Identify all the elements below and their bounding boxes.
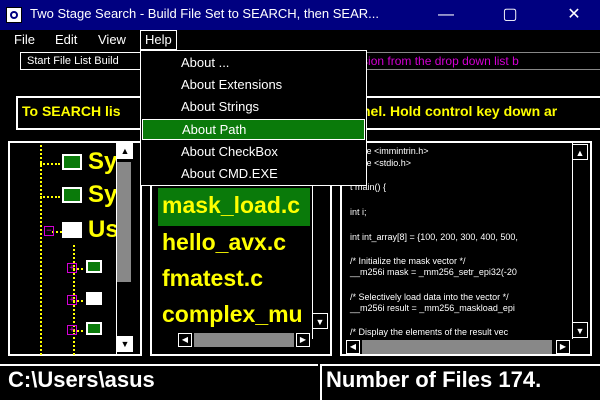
scrollbar-thumb[interactable] (117, 162, 131, 282)
menu-item-about-path[interactable]: About Path (142, 119, 365, 140)
maximize-button[interactable]: ▢ (488, 0, 532, 30)
tree-line (40, 196, 60, 198)
code-line: __m256i result = _mm256_maskload_epi (350, 303, 515, 313)
expand-toggle-icon[interactable]: + (67, 325, 77, 335)
code-line: /* Initialize the mask vector */ (350, 256, 466, 266)
code-scrollbar[interactable] (572, 143, 588, 339)
scroll-left-icon[interactable]: ◀ (346, 340, 360, 354)
scroll-left-icon[interactable]: ◀ (178, 333, 192, 347)
file-list-item[interactable]: hello_avx.c (162, 229, 286, 256)
expand-toggle-icon[interactable]: + (67, 263, 77, 273)
tree-item-label[interactable]: Us (88, 216, 119, 244)
file-list-item[interactable]: mask_load.c (162, 192, 300, 219)
menu-bar (0, 30, 600, 50)
file-list-item[interactable]: fmatest.c (162, 265, 263, 292)
scroll-up-icon[interactable]: ▲ (117, 143, 133, 159)
close-button[interactable]: ✕ (552, 0, 596, 30)
file-count: Number of Files 174. (326, 367, 542, 392)
tree-item-label[interactable]: Sy (88, 148, 117, 176)
folder-icon[interactable] (86, 260, 102, 273)
start-file-list-build-button[interactable]: Start File List Build (20, 52, 158, 70)
instruction-text-right: nel. Hold control key down ar (362, 103, 558, 119)
horizontal-scrollbar-thumb[interactable] (362, 340, 552, 354)
menu-item-about-cmd-exe[interactable]: About CMD.EXE (142, 163, 365, 184)
app-icon[interactable] (6, 7, 22, 23)
collapse-toggle-icon[interactable]: − (44, 226, 54, 236)
code-line: __m256i mask = _mm256_setr_epi32(-20 (350, 267, 517, 277)
tree-line (40, 145, 42, 355)
expand-toggle-icon[interactable]: + (67, 295, 77, 305)
tree-item-label[interactable]: Sy (88, 181, 117, 209)
horizontal-scrollbar-thumb[interactable] (194, 333, 294, 347)
menu-view[interactable]: View (94, 30, 130, 50)
window-title: Two Stage Search - Build File Set to SEA… (30, 6, 379, 21)
scroll-down-icon[interactable]: ▼ (572, 322, 588, 338)
scroll-right-icon[interactable]: ▶ (296, 333, 310, 347)
current-path: C:\Users\asus (8, 367, 155, 392)
menu-file[interactable]: File (10, 30, 39, 50)
menu-item-about-extensions[interactable]: About Extensions (142, 74, 365, 95)
instruction-text-left: To SEARCH lis (22, 103, 121, 119)
code-preview-panel[interactable] (340, 141, 592, 356)
code-line: /* Display the elements of the result ve… (350, 327, 509, 337)
scroll-up-icon[interactable]: ▲ (572, 144, 588, 160)
folder-icon[interactable] (86, 322, 102, 335)
menu-edit[interactable]: Edit (51, 30, 81, 50)
open-folder-icon[interactable] (62, 222, 82, 238)
tree-line (40, 163, 60, 165)
file-list-item[interactable]: complex_mu (162, 301, 303, 328)
menu-item-about[interactable]: About ... (142, 52, 365, 73)
minimize-button[interactable]: — (424, 0, 468, 30)
code-line: int i; (350, 207, 367, 217)
folder-icon[interactable] (62, 154, 82, 170)
code-line: /* Selectively load data into the vector… (350, 292, 509, 302)
scroll-down-icon[interactable]: ▼ (117, 336, 133, 352)
menu-item-about-strings[interactable]: About Strings (142, 96, 365, 117)
code-line: int int_array[8] = {100, 200, 300, 400, … (350, 232, 518, 242)
folder-icon[interactable] (62, 187, 82, 203)
menu-item-about-checkbox[interactable]: About CheckBox (142, 141, 365, 162)
menu-help[interactable]: Help (140, 30, 177, 50)
scroll-right-icon[interactable]: ▶ (556, 340, 570, 354)
folder-icon[interactable] (86, 292, 102, 305)
scroll-down-icon[interactable]: ▼ (312, 313, 328, 329)
